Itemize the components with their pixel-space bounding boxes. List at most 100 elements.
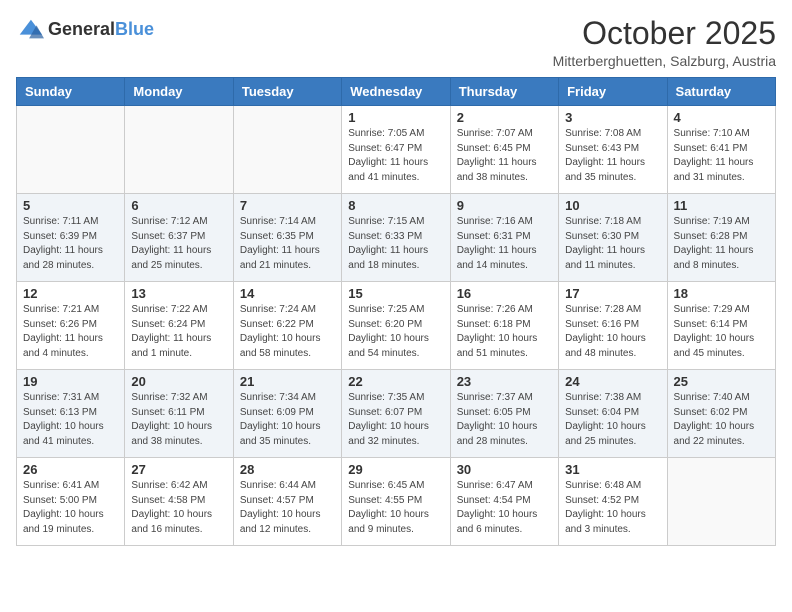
day-info-18: Sunrise: 7:29 AM Sunset: 6:14 PM Dayligh… <box>674 303 769 361</box>
day-number-27: 27 <box>131 462 226 477</box>
day-info-22: Sunrise: 7:35 AM Sunset: 6:07 PM Dayligh… <box>348 391 443 449</box>
logo-general: GeneralBlue <box>48 20 154 40</box>
day-number-7: 7 <box>240 198 335 213</box>
day-cell-25: 25 Sunrise: 7:40 AM Sunset: 6:02 PM Dayli… <box>667 370 775 458</box>
month-title: October 2025 <box>553 16 776 51</box>
day-info-15: Sunrise: 7:25 AM Sunset: 6:20 PM Dayligh… <box>348 303 443 361</box>
day-info-20: Sunrise: 7:32 AM Sunset: 6:11 PM Dayligh… <box>131 391 226 449</box>
weekday-header-monday: Monday <box>125 78 233 106</box>
day-cell-10: 10 Sunrise: 7:18 AM Sunset: 6:30 PM Dayli… <box>559 194 667 282</box>
day-info-16: Sunrise: 7:26 AM Sunset: 6:18 PM Dayligh… <box>457 303 552 361</box>
page-header: GeneralBlue October 2025 Mitterberghuett… <box>16 16 776 69</box>
day-cell-7: 7 Sunrise: 7:14 AM Sunset: 6:35 PM Daylig… <box>233 194 341 282</box>
day-info-6: Sunrise: 7:12 AM Sunset: 6:37 PM Dayligh… <box>131 215 226 273</box>
day-info-27: Sunrise: 6:42 AM Sunset: 4:58 PM Dayligh… <box>131 479 226 537</box>
day-cell-23: 23Sunrise: 7:37 AM Sunset: 6:05 PM Dayli… <box>450 370 558 458</box>
day-info-17: Sunrise: 7:28 AM Sunset: 6:16 PM Dayligh… <box>565 303 660 361</box>
day-number-20: 20 <box>131 374 226 389</box>
day-cell-17: 17 Sunrise: 7:28 AM Sunset: 6:16 PM Dayli… <box>559 282 667 370</box>
day-info-19: Sunrise: 7:31 AM Sunset: 6:13 PM Dayligh… <box>23 391 118 449</box>
day-cell-30: 30Sunrise: 6:47 AM Sunset: 4:54 PM Dayli… <box>450 458 558 546</box>
day-cell-15: 15 Sunrise: 7:25 AM Sunset: 6:20 PM Dayli… <box>342 282 450 370</box>
calendar-table: SundayMondayTuesdayWednesdayThursdayFrid… <box>16 77 776 546</box>
day-number-25: 25 <box>674 374 769 389</box>
day-cell-20: 20 Sunrise: 7:32 AM Sunset: 6:11 PM Dayli… <box>125 370 233 458</box>
week-row-3: 12 Sunrise: 7:21 AM Sunset: 6:26 PM Dayli… <box>17 282 776 370</box>
week-row-5: 26Sunrise: 6:41 AM Sunset: 5:00 PM Dayli… <box>17 458 776 546</box>
day-number-23: 23 <box>457 374 552 389</box>
day-number-19: 19 <box>23 374 118 389</box>
day-cell-14: 14Sunrise: 7:24 AM Sunset: 6:22 PM Dayli… <box>233 282 341 370</box>
day-info-8: Sunrise: 7:15 AM Sunset: 6:33 PM Dayligh… <box>348 215 443 273</box>
day-cell-5: 5Sunrise: 7:11 AM Sunset: 6:39 PM Daylig… <box>17 194 125 282</box>
day-cell-31: 31Sunrise: 6:48 AM Sunset: 4:52 PM Dayli… <box>559 458 667 546</box>
day-number-4: 4 <box>674 110 769 125</box>
day-number-29: 29 <box>348 462 443 477</box>
day-number-22: 22 <box>348 374 443 389</box>
day-number-16: 16 <box>457 286 552 301</box>
day-info-14: Sunrise: 7:24 AM Sunset: 6:22 PM Dayligh… <box>240 303 335 361</box>
week-row-4: 19 Sunrise: 7:31 AM Sunset: 6:13 PM Dayli… <box>17 370 776 458</box>
day-info-26: Sunrise: 6:41 AM Sunset: 5:00 PM Dayligh… <box>23 479 118 537</box>
day-info-29: Sunrise: 6:45 AM Sunset: 4:55 PM Dayligh… <box>348 479 443 537</box>
day-cell-16: 16 Sunrise: 7:26 AM Sunset: 6:18 PM Dayli… <box>450 282 558 370</box>
day-cell-29: 29 Sunrise: 6:45 AM Sunset: 4:55 PM Dayli… <box>342 458 450 546</box>
day-cell-19: 19 Sunrise: 7:31 AM Sunset: 6:13 PM Dayli… <box>17 370 125 458</box>
title-block: October 2025 Mitterberghuetten, Salzburg… <box>553 16 776 69</box>
day-cell-9: 9 Sunrise: 7:16 AM Sunset: 6:31 PM Daylig… <box>450 194 558 282</box>
day-cell-3: 3 Sunrise: 7:08 AM Sunset: 6:43 PM Daylig… <box>559 106 667 194</box>
day-cell-27: 27 Sunrise: 6:42 AM Sunset: 4:58 PM Dayli… <box>125 458 233 546</box>
day-info-2: Sunrise: 7:07 AM Sunset: 6:45 PM Dayligh… <box>457 127 552 185</box>
day-cell-24: 24 Sunrise: 7:38 AM Sunset: 6:04 PM Dayli… <box>559 370 667 458</box>
day-info-4: Sunrise: 7:10 AM Sunset: 6:41 PM Dayligh… <box>674 127 769 185</box>
weekday-header-wednesday: Wednesday <box>342 78 450 106</box>
week-row-2: 5Sunrise: 7:11 AM Sunset: 6:39 PM Daylig… <box>17 194 776 282</box>
day-info-25: Sunrise: 7:40 AM Sunset: 6:02 PM Dayligh… <box>674 391 769 449</box>
day-info-3: Sunrise: 7:08 AM Sunset: 6:43 PM Dayligh… <box>565 127 660 185</box>
day-cell-1: 1Sunrise: 7:05 AM Sunset: 6:47 PM Daylig… <box>342 106 450 194</box>
day-number-15: 15 <box>348 286 443 301</box>
day-info-24: Sunrise: 7:38 AM Sunset: 6:04 PM Dayligh… <box>565 391 660 449</box>
day-cell-4: 4 Sunrise: 7:10 AM Sunset: 6:41 PM Daylig… <box>667 106 775 194</box>
day-cell-21: 21 Sunrise: 7:34 AM Sunset: 6:09 PM Dayli… <box>233 370 341 458</box>
day-number-10: 10 <box>565 198 660 213</box>
day-number-11: 11 <box>674 198 769 213</box>
day-number-12: 12 <box>23 286 118 301</box>
day-number-9: 9 <box>457 198 552 213</box>
weekday-header-thursday: Thursday <box>450 78 558 106</box>
empty-cell <box>125 106 233 194</box>
day-info-12: Sunrise: 7:21 AM Sunset: 6:26 PM Dayligh… <box>23 303 118 361</box>
day-number-3: 3 <box>565 110 660 125</box>
day-number-17: 17 <box>565 286 660 301</box>
day-info-13: Sunrise: 7:22 AM Sunset: 6:24 PM Dayligh… <box>131 303 226 361</box>
day-cell-18: 18 Sunrise: 7:29 AM Sunset: 6:14 PM Dayli… <box>667 282 775 370</box>
location: Mitterberghuetten, Salzburg, Austria <box>553 53 776 69</box>
day-cell-13: 13Sunrise: 7:22 AM Sunset: 6:24 PM Dayli… <box>125 282 233 370</box>
day-info-9: Sunrise: 7:16 AM Sunset: 6:31 PM Dayligh… <box>457 215 552 273</box>
logo: GeneralBlue <box>16 16 154 44</box>
day-number-2: 2 <box>457 110 552 125</box>
day-cell-28: 28Sunrise: 6:44 AM Sunset: 4:57 PM Dayli… <box>233 458 341 546</box>
day-number-31: 31 <box>565 462 660 477</box>
weekday-header-sunday: Sunday <box>17 78 125 106</box>
day-number-18: 18 <box>674 286 769 301</box>
day-info-7: Sunrise: 7:14 AM Sunset: 6:35 PM Dayligh… <box>240 215 335 273</box>
day-number-21: 21 <box>240 374 335 389</box>
day-info-30: Sunrise: 6:47 AM Sunset: 4:54 PM Dayligh… <box>457 479 552 537</box>
day-number-5: 5 <box>23 198 118 213</box>
empty-cell <box>17 106 125 194</box>
weekday-header-friday: Friday <box>559 78 667 106</box>
day-cell-6: 6Sunrise: 7:12 AM Sunset: 6:37 PM Daylig… <box>125 194 233 282</box>
day-cell-11: 11 Sunrise: 7:19 AM Sunset: 6:28 PM Dayli… <box>667 194 775 282</box>
day-number-24: 24 <box>565 374 660 389</box>
day-cell-8: 8Sunrise: 7:15 AM Sunset: 6:33 PM Daylig… <box>342 194 450 282</box>
day-cell-2: 2 Sunrise: 7:07 AM Sunset: 6:45 PM Daylig… <box>450 106 558 194</box>
day-info-11: Sunrise: 7:19 AM Sunset: 6:28 PM Dayligh… <box>674 215 769 273</box>
weekday-header-tuesday: Tuesday <box>233 78 341 106</box>
day-number-28: 28 <box>240 462 335 477</box>
day-info-21: Sunrise: 7:34 AM Sunset: 6:09 PM Dayligh… <box>240 391 335 449</box>
day-cell-22: 22 Sunrise: 7:35 AM Sunset: 6:07 PM Dayli… <box>342 370 450 458</box>
day-info-10: Sunrise: 7:18 AM Sunset: 6:30 PM Dayligh… <box>565 215 660 273</box>
day-cell-12: 12 Sunrise: 7:21 AM Sunset: 6:26 PM Dayli… <box>17 282 125 370</box>
week-row-1: 1Sunrise: 7:05 AM Sunset: 6:47 PM Daylig… <box>17 106 776 194</box>
